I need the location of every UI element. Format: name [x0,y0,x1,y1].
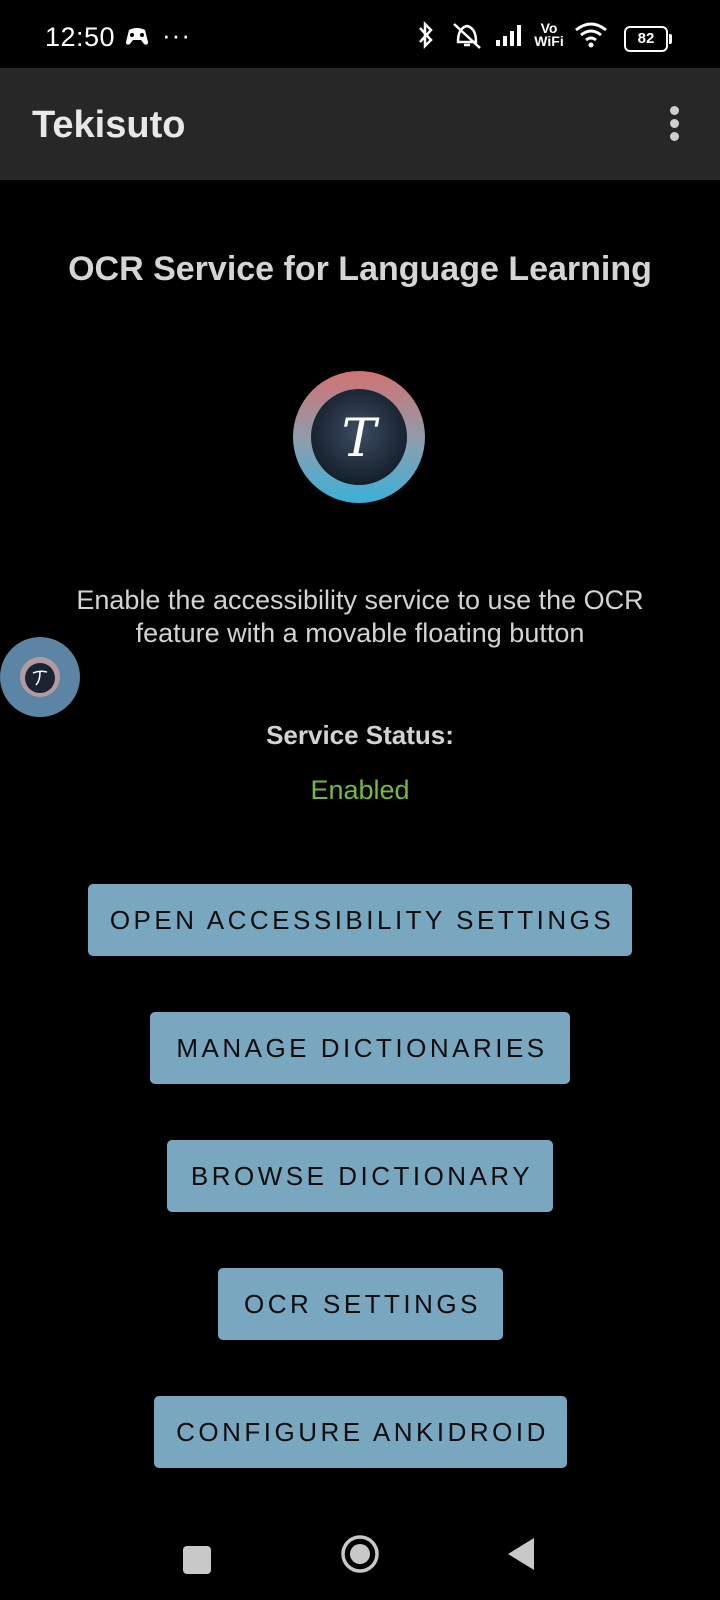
recents-icon[interactable] [183,1546,211,1574]
service-status-value: Enabled [310,775,410,805]
battery-icon: 82 [624,26,672,52]
app-bar: Tekisuto [0,68,720,180]
page-headline: OCR Service for Language Learning [68,250,652,288]
game-controller-icon [126,28,148,45]
bluetooth-icon [419,20,433,50]
app-logo: T [293,371,425,503]
status-time: 12:50 [45,22,116,52]
home-icon[interactable] [340,1534,380,1574]
overflow-menu-icon[interactable] [664,106,684,142]
manage-dictionaries-button[interactable]: MANAGE DICTIONARIES [150,1012,570,1084]
service-description: Enable the accessibility service to use … [76,585,644,648]
ocr-settings-button[interactable]: OCR SETTINGS [218,1268,503,1340]
floating-ocr-button[interactable] [0,637,80,717]
navigation-bar [0,1496,720,1600]
floating-logo-icon [20,657,60,697]
more-notifications-icon: ··· [162,20,191,50]
configure-ankidroid-button[interactable]: CONFIGURE ANKIDROID [154,1396,567,1468]
vowifi-icon: Vo WiFi [534,20,564,49]
browse-dictionary-button[interactable]: BROWSE DICTIONARY [167,1140,553,1212]
open-accessibility-settings-button[interactable]: OPEN ACCESSIBILITY SETTINGS [88,884,632,956]
logo-letter: T [342,409,380,469]
service-status-label: Service Status: [266,720,454,750]
wifi-icon [575,22,607,48]
signal-icon [496,25,521,46]
app-title: Tekisuto [32,104,186,146]
status-bar: 12:50 ··· Vo WiFi 82 [0,0,720,68]
back-icon[interactable] [506,1536,536,1572]
vibrate-off-icon [453,23,481,49]
